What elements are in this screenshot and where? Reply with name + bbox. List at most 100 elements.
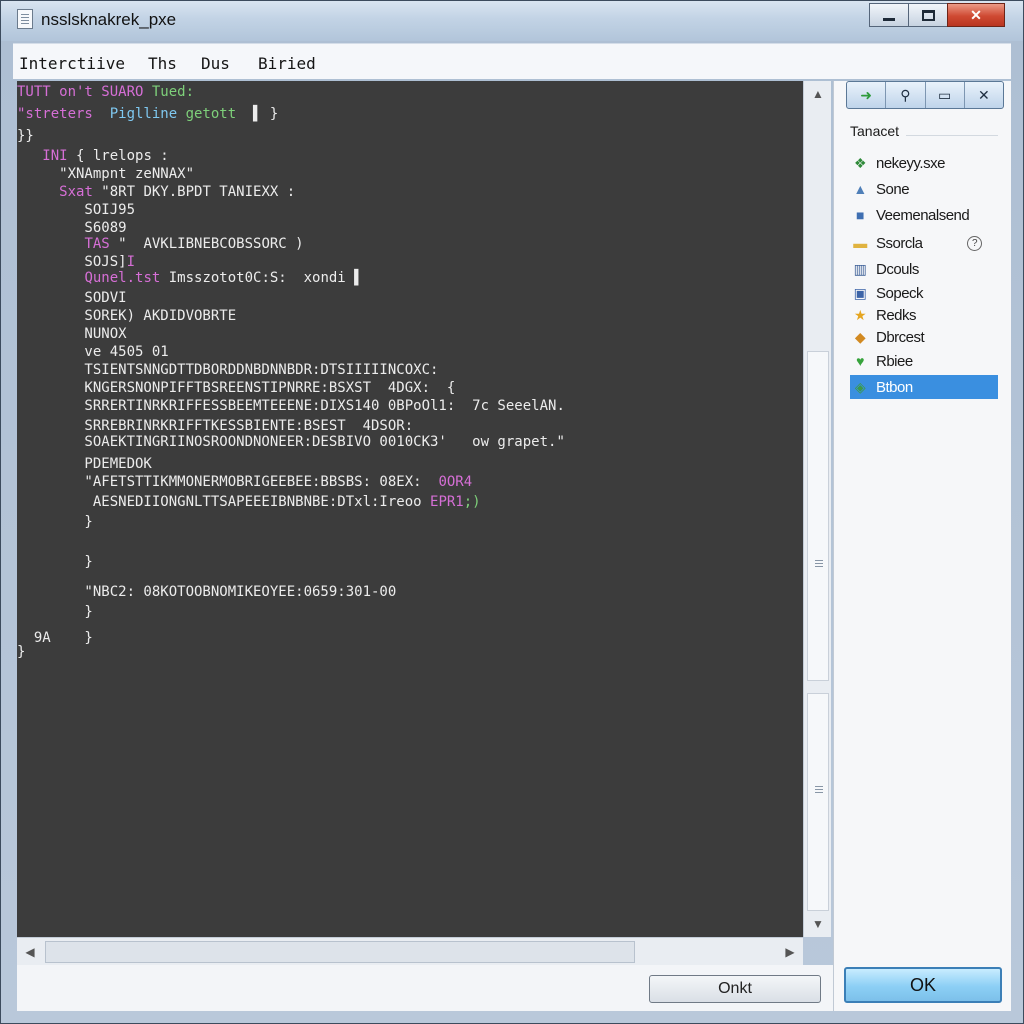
tree-item-label: Rbiee xyxy=(876,352,913,370)
code-token: SOAEKTINGRIINOSROONDNONEER:DESBIVO 0010C… xyxy=(17,434,565,450)
divider xyxy=(906,135,998,136)
tree-item-label: nekeyy.sxe xyxy=(876,154,945,172)
title-bar[interactable]: nsslsknakrek_pxe ✕ xyxy=(1,1,1023,41)
code-token: ▌ } xyxy=(236,106,279,122)
close-icon: ✕ xyxy=(970,6,982,23)
code-line: TUTT on't SUARO Tued: xyxy=(17,81,194,103)
tree-item-veemenalsend[interactable]: ■ Veemenalsend xyxy=(850,203,998,227)
help-icon[interactable]: ? xyxy=(967,235,982,251)
code-token: Qunel.tst xyxy=(84,270,161,286)
heart-icon: ♥ xyxy=(856,353,864,369)
code-line: "streters Piglline getott ▌ } xyxy=(17,103,278,125)
tree-item-sone[interactable]: ▲ Sone xyxy=(850,177,998,201)
code-token: "AFETSTTIKMMONERMOBRIGEEBEE:BBSBS: 08EX: xyxy=(17,474,439,490)
code-token: PDEMEDOK xyxy=(17,456,152,472)
tree-item-btbon[interactable]: ◈ Btbon xyxy=(850,375,998,399)
code-token: Imsszotot0C:S: xondi ▌ xyxy=(160,270,363,286)
code-editor[interactable]: TUTT on't SUARO Tued: "streters Piglline … xyxy=(17,81,803,937)
grip-icon xyxy=(815,560,823,561)
menu-item-dus[interactable]: Dus xyxy=(201,54,230,73)
tree-item-rbiee[interactable]: ♥ Rbiee xyxy=(850,349,998,373)
grip-icon xyxy=(815,786,823,787)
maximize-button[interactable] xyxy=(908,3,948,27)
code-token: SRRERTINRKRIFFESSBEEMTEEENE:DIXS140 0BPo… xyxy=(17,398,565,414)
code-token: getott xyxy=(185,106,237,122)
code-token: { lrelops : xyxy=(67,148,169,164)
code-token: SODVI xyxy=(17,290,127,306)
tree-item-label: Ssorcla xyxy=(876,234,923,252)
code-token: TUTT on't SUARO xyxy=(17,84,152,100)
close-icon: ✕ xyxy=(978,86,990,103)
forward-button[interactable]: ➜ xyxy=(847,82,887,108)
panel-heading: Tanacet xyxy=(850,123,900,139)
tree-item-nekeyy-sxe[interactable]: ❖ nekeyy.sxe xyxy=(850,151,998,175)
menu-item-biried[interactable]: Biried xyxy=(258,54,316,73)
menu-item-interactive[interactable]: Interctiive xyxy=(19,54,125,73)
arrow-forward-icon: ➜ xyxy=(860,86,872,103)
tree-item-redks[interactable]: ★ Redks xyxy=(850,303,998,327)
scroll-left-arrow-icon[interactable]: ◀ xyxy=(17,938,43,966)
code-line: 9A } xyxy=(17,627,93,649)
code-line: } xyxy=(17,601,92,623)
code-token: "XNAmpnt zeNNAX" xyxy=(17,166,195,182)
folder-icon: ▬ xyxy=(853,235,867,251)
code-line: SOAEKTINGRIINOSROONDNONEER:DESBIVO 0010C… xyxy=(17,431,565,453)
code-line: "AFETSTTIKMMONERMOBRIGEEBEE:BBSBS: 08EX:… xyxy=(17,471,472,493)
horizontal-scroll-thumb[interactable] xyxy=(45,941,635,963)
minimize-icon xyxy=(883,17,895,21)
search-icon: ⚲ xyxy=(900,86,911,103)
scroll-up-arrow-icon[interactable]: ▲ xyxy=(804,81,832,107)
tree-item-sopeck[interactable]: ▣ Sopeck xyxy=(850,281,998,305)
code-token: Piglline xyxy=(109,106,186,122)
code-line: } xyxy=(17,641,25,663)
code-token: } xyxy=(17,554,93,570)
horizontal-scrollbar[interactable]: ◀ ▶ xyxy=(17,937,803,965)
code-line: }} xyxy=(17,125,34,147)
scroll-thumb[interactable] xyxy=(807,351,829,681)
editor-footer: Onkt xyxy=(17,965,833,1011)
scroll-down-arrow-icon[interactable]: ▼ xyxy=(804,911,832,937)
caption-buttons: ✕ xyxy=(869,3,1005,27)
close-button[interactable]: ✕ xyxy=(947,3,1005,27)
search-button[interactable]: ⚲ xyxy=(886,82,926,108)
star-icon: ★ xyxy=(853,306,867,323)
code-token: } xyxy=(17,644,26,660)
scroll-thumb-lower[interactable] xyxy=(807,693,829,911)
tree-item-dcouls[interactable]: ▥ Dcouls xyxy=(850,257,998,281)
close-panel-button[interactable]: ✕ xyxy=(965,82,1003,108)
tree-item-label: Sone xyxy=(876,180,910,198)
code-line: SRRERTINRKRIFFESSBEEMTEEENE:DIXS140 0BPo… xyxy=(17,395,565,417)
code-line: AESNEDIIONGNLTTSAPEEEIBNBNBE:DTxl:Ireoo … xyxy=(17,491,481,513)
tree-item-label: Dbrcest xyxy=(876,328,925,346)
square-icon: ■ xyxy=(856,207,864,223)
code-token: INI xyxy=(42,148,68,164)
code-token: TSIENTSNNGDTTDBORDDNBDNNBDR:DTSIIIIINCOX… xyxy=(17,362,439,378)
scroll-right-arrow-icon[interactable]: ▶ xyxy=(777,938,803,966)
code-line: } xyxy=(17,511,92,533)
tree-item-dbrcest[interactable]: ◆ Dbrcest xyxy=(850,325,998,349)
code-token: ve 4505 01 xyxy=(17,344,169,360)
code-token: }} xyxy=(17,128,34,144)
tree-item-ssorcla[interactable]: ▬ Ssorcla? xyxy=(850,231,998,255)
window-button[interactable]: ▭ xyxy=(926,82,965,108)
vertical-scrollbar[interactable]: ▲ ▼ xyxy=(803,81,831,937)
code-token: KNGERSNONPIFFTBSREENSTIPNRRE:BSXST 4DGX:… xyxy=(17,380,456,396)
code-token: " AVKLIBNEBCOBSSORC ) xyxy=(109,236,304,252)
window-icon: ▭ xyxy=(938,86,952,103)
code-token: SOIJ95 xyxy=(17,202,136,218)
tree-item-label: Redks xyxy=(876,306,917,324)
network-icon: ❖ xyxy=(853,154,867,171)
menu-item-ths[interactable]: Ths xyxy=(148,54,177,73)
secondary-button[interactable]: Onkt xyxy=(649,975,821,1003)
monitor-icon: ▣ xyxy=(853,284,867,301)
tree-item-label: Veemenalsend xyxy=(876,206,970,224)
side-panel: ➜ ⚲ ▭ ✕ Tanacet ❖ nekeyy.sxe ▲ Sone ■ Veemena… xyxy=(833,81,1011,1011)
document-icon: ▥ xyxy=(853,260,867,277)
code-line: } xyxy=(17,551,93,573)
application-window: nsslsknakrek_pxe ✕ Interctiive Ths Dus B… xyxy=(0,0,1024,1024)
ok-button[interactable]: OK xyxy=(844,967,1002,1003)
minimize-button[interactable] xyxy=(869,3,909,27)
